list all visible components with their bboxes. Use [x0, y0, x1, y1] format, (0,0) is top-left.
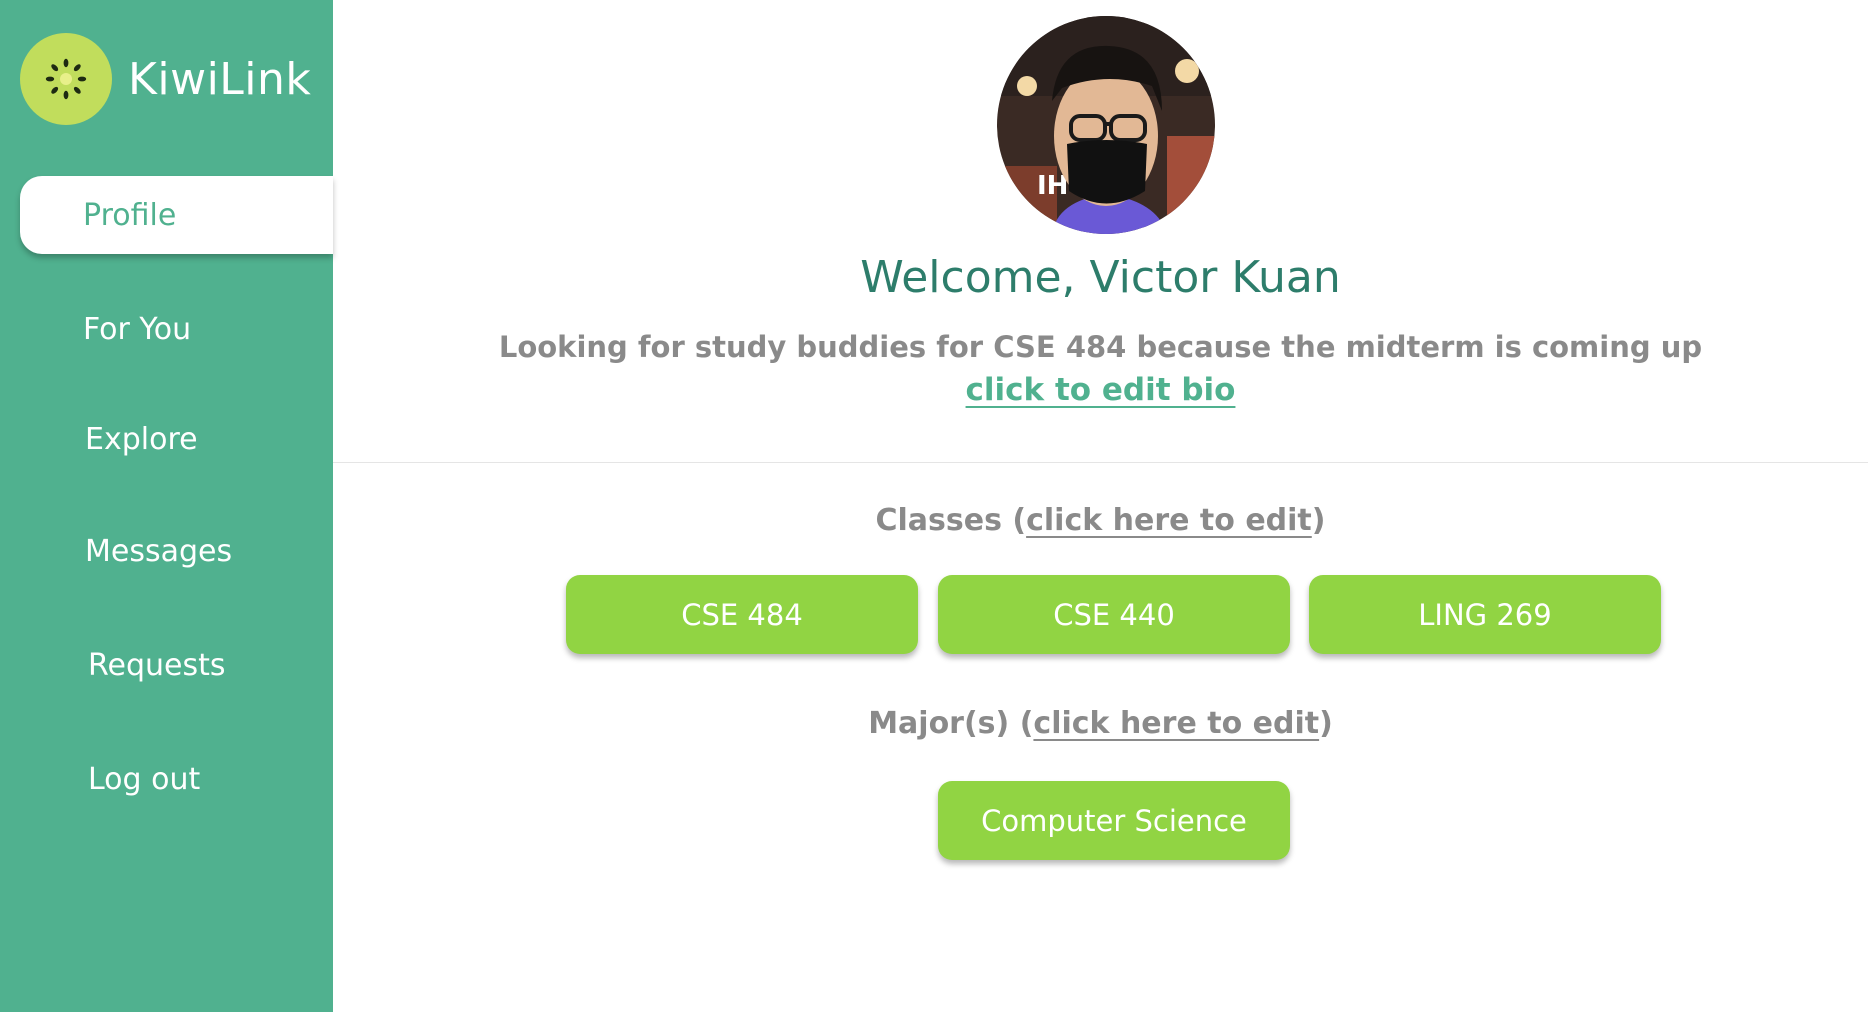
sidebar-item-label: Requests	[88, 647, 226, 683]
majors-title-prefix: Major(s) (	[868, 706, 1034, 741]
classes-title-prefix: Classes (	[875, 503, 1027, 538]
brand-name: KiwiLink	[128, 53, 312, 105]
brand[interactable]: KiwiLink	[20, 33, 311, 125]
sidebar-item-label: For You	[83, 311, 192, 347]
sidebar-item-explore[interactable]: Explore	[20, 400, 333, 478]
majors-title: Major(s) (click here to edit)	[333, 706, 1868, 741]
class-chip[interactable]: CSE 484	[566, 575, 918, 654]
section-divider	[333, 462, 1868, 463]
major-chip[interactable]: Computer Science	[938, 781, 1290, 860]
edit-bio-link[interactable]: click to edit bio	[966, 372, 1236, 408]
classes-title-suffix: )	[1311, 503, 1326, 538]
app-window: KiwiLink Profile For You Explore Message…	[0, 0, 1868, 1012]
welcome-heading: Welcome, Victor Kuan	[860, 252, 1341, 303]
sidebar-item-label: Messages	[85, 533, 233, 569]
majors-title-suffix: )	[1319, 706, 1333, 741]
avatar: IH	[997, 16, 1215, 234]
sidebar-item-messages[interactable]: Messages	[20, 512, 333, 590]
bio-text: Looking for study buddies for CSE 484 be…	[498, 330, 1703, 364]
profile-photo: IH	[997, 16, 1215, 234]
sidebar-item-profile[interactable]: Profile	[20, 176, 333, 254]
sidebar-item-label: Log out	[88, 761, 201, 797]
edit-classes-link[interactable]: click here to edit	[1026, 503, 1312, 538]
edit-bio-wrapper: click to edit bio	[333, 372, 1868, 408]
sidebar-item-log-out[interactable]: Log out	[20, 740, 333, 818]
kiwi-icon	[20, 33, 112, 125]
sidebar-item-label: Profile	[83, 197, 177, 233]
class-chip[interactable]: CSE 440	[938, 575, 1290, 654]
edit-majors-link[interactable]: click here to edit	[1033, 706, 1319, 741]
classes-title: Classes (click here to edit)	[333, 503, 1868, 538]
sidebar-item-for-you[interactable]: For You	[20, 290, 333, 368]
sidebar: KiwiLink Profile For You Explore Message…	[0, 0, 333, 1012]
sidebar-item-requests[interactable]: Requests	[20, 626, 333, 704]
profile-main: IH Welcome, Victor Kuan Looking for stud…	[333, 0, 1868, 1012]
sidebar-item-label: Explore	[85, 421, 198, 457]
class-chip[interactable]: LING 269	[1309, 575, 1661, 654]
